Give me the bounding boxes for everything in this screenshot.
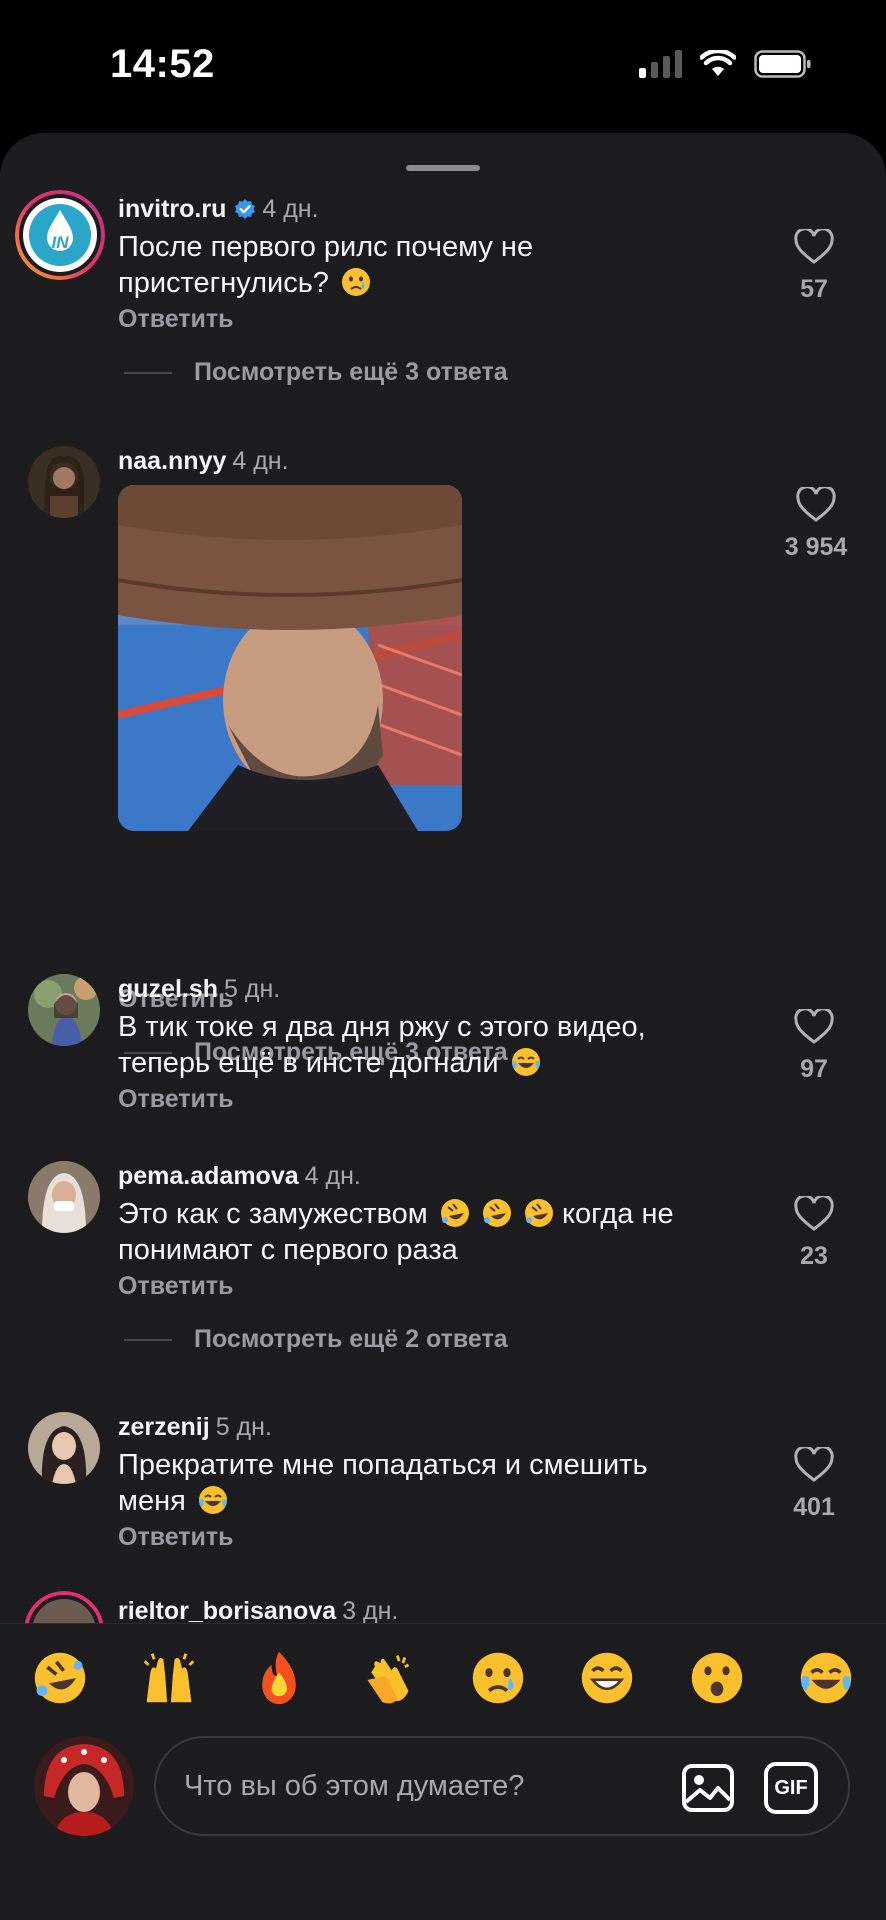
view-more-replies-button[interactable]: Посмотреть ещё 3 ответа <box>124 358 508 387</box>
reply-button[interactable]: Ответить <box>118 305 234 334</box>
reaction-rolling-laughing-icon[interactable] <box>30 1648 90 1708</box>
avatar[interactable]: IN <box>15 190 105 280</box>
like-count: 23 <box>800 1242 828 1270</box>
composer-panel: Что вы об этом думаете? GIF <box>0 1623 886 1920</box>
reaction-clapping-hands-icon[interactable] <box>358 1648 418 1708</box>
verified-badge-icon <box>235 199 256 219</box>
divider-line <box>124 371 172 374</box>
like-count: 97 <box>800 1055 828 1083</box>
comment-text: После первого рилс почему не пристегнули… <box>118 231 534 299</box>
avatar[interactable] <box>28 1412 100 1484</box>
comment-time: 5 дн. <box>215 1413 272 1441</box>
reply-button[interactable]: Ответить <box>118 1085 234 1114</box>
heart-icon[interactable] <box>794 1196 834 1232</box>
heart-icon[interactable] <box>796 487 836 523</box>
comment-gif-image[interactable] <box>118 485 462 831</box>
quick-reactions-bar <box>30 1648 856 1708</box>
username[interactable]: invitro.ru <box>118 195 226 223</box>
cellular-signal-icon <box>639 50 682 78</box>
tears-of-joy-emoji-icon <box>198 1486 227 1514</box>
heart-icon[interactable] <box>794 1009 834 1045</box>
comment-time: 4 дн. <box>304 1162 361 1190</box>
crying-face-emoji-icon <box>342 268 370 296</box>
image-picker-icon[interactable] <box>680 1760 736 1816</box>
like-count: 57 <box>800 275 828 303</box>
tears-of-joy-emoji-icon <box>511 1048 540 1076</box>
status-icons <box>639 50 812 78</box>
avatar[interactable] <box>28 1161 100 1233</box>
reaction-tears-of-joy-icon[interactable] <box>796 1648 856 1708</box>
gif-button[interactable]: GIF <box>764 1762 818 1814</box>
like-control: 401 <box>764 1447 864 1522</box>
avatar[interactable] <box>28 446 100 518</box>
current-user-avatar[interactable] <box>34 1736 134 1836</box>
comment-text: Прекратите мне попадаться и смешить меня <box>118 1449 648 1517</box>
comment-input[interactable]: Что вы об этом думаете? GIF <box>154 1736 850 1836</box>
reply-button[interactable]: Ответить <box>118 1523 234 1552</box>
like-control: 57 <box>764 229 864 304</box>
comment-time: 4 дн. <box>262 195 319 223</box>
rolling-laughing-emoji-icon <box>440 1199 469 1227</box>
heart-icon[interactable] <box>794 1447 834 1483</box>
rolling-laughing-emoji-icon <box>524 1199 553 1227</box>
comment-text: В тик токе я два дня ржу с этого видео, … <box>118 1011 646 1079</box>
like-control: 97 <box>764 1009 864 1084</box>
reaction-crying-face-icon[interactable] <box>468 1648 528 1708</box>
reaction-raising-hands-icon[interactable] <box>139 1648 199 1708</box>
comment-time: 3 дн. <box>342 1597 399 1625</box>
username[interactable]: naa.nnyy <box>118 447 226 475</box>
battery-icon <box>754 50 811 78</box>
svg-text:IN: IN <box>52 233 70 252</box>
status-time: 14:52 <box>110 42 215 86</box>
reaction-astonished-face-icon[interactable] <box>687 1648 747 1708</box>
sheet-grabber[interactable] <box>406 165 480 171</box>
comment-text: Это как с замужеством когда не понимают … <box>118 1198 674 1266</box>
avatar[interactable] <box>28 974 100 1046</box>
status-bar: 14:52 <box>0 0 886 130</box>
username[interactable]: pema.adamova <box>118 1162 299 1190</box>
rolling-laughing-emoji-icon <box>482 1199 511 1227</box>
like-count: 401 <box>793 1493 835 1521</box>
reaction-grinning-face-icon[interactable] <box>577 1648 637 1708</box>
comment-time: 4 дн. <box>232 447 289 475</box>
wifi-icon <box>700 50 736 76</box>
comment-time: 5 дн. <box>224 975 281 1003</box>
username[interactable]: guzel.sh <box>118 975 218 1003</box>
reaction-fire-icon[interactable] <box>249 1648 309 1708</box>
divider-line <box>124 1338 172 1341</box>
reply-button[interactable]: Ответить <box>118 1272 234 1301</box>
heart-icon[interactable] <box>794 229 834 265</box>
view-more-replies-button[interactable]: Посмотреть ещё 2 ответа <box>124 1325 508 1354</box>
username[interactable]: zerzenij <box>118 1413 210 1441</box>
comment-input-placeholder: Что вы об этом думаете? <box>184 1770 525 1802</box>
like-control: 23 <box>764 1196 864 1271</box>
like-control: 3 954 <box>756 487 876 562</box>
username[interactable]: rieltor_borisanova <box>118 1597 336 1625</box>
like-count: 3 954 <box>784 533 848 561</box>
